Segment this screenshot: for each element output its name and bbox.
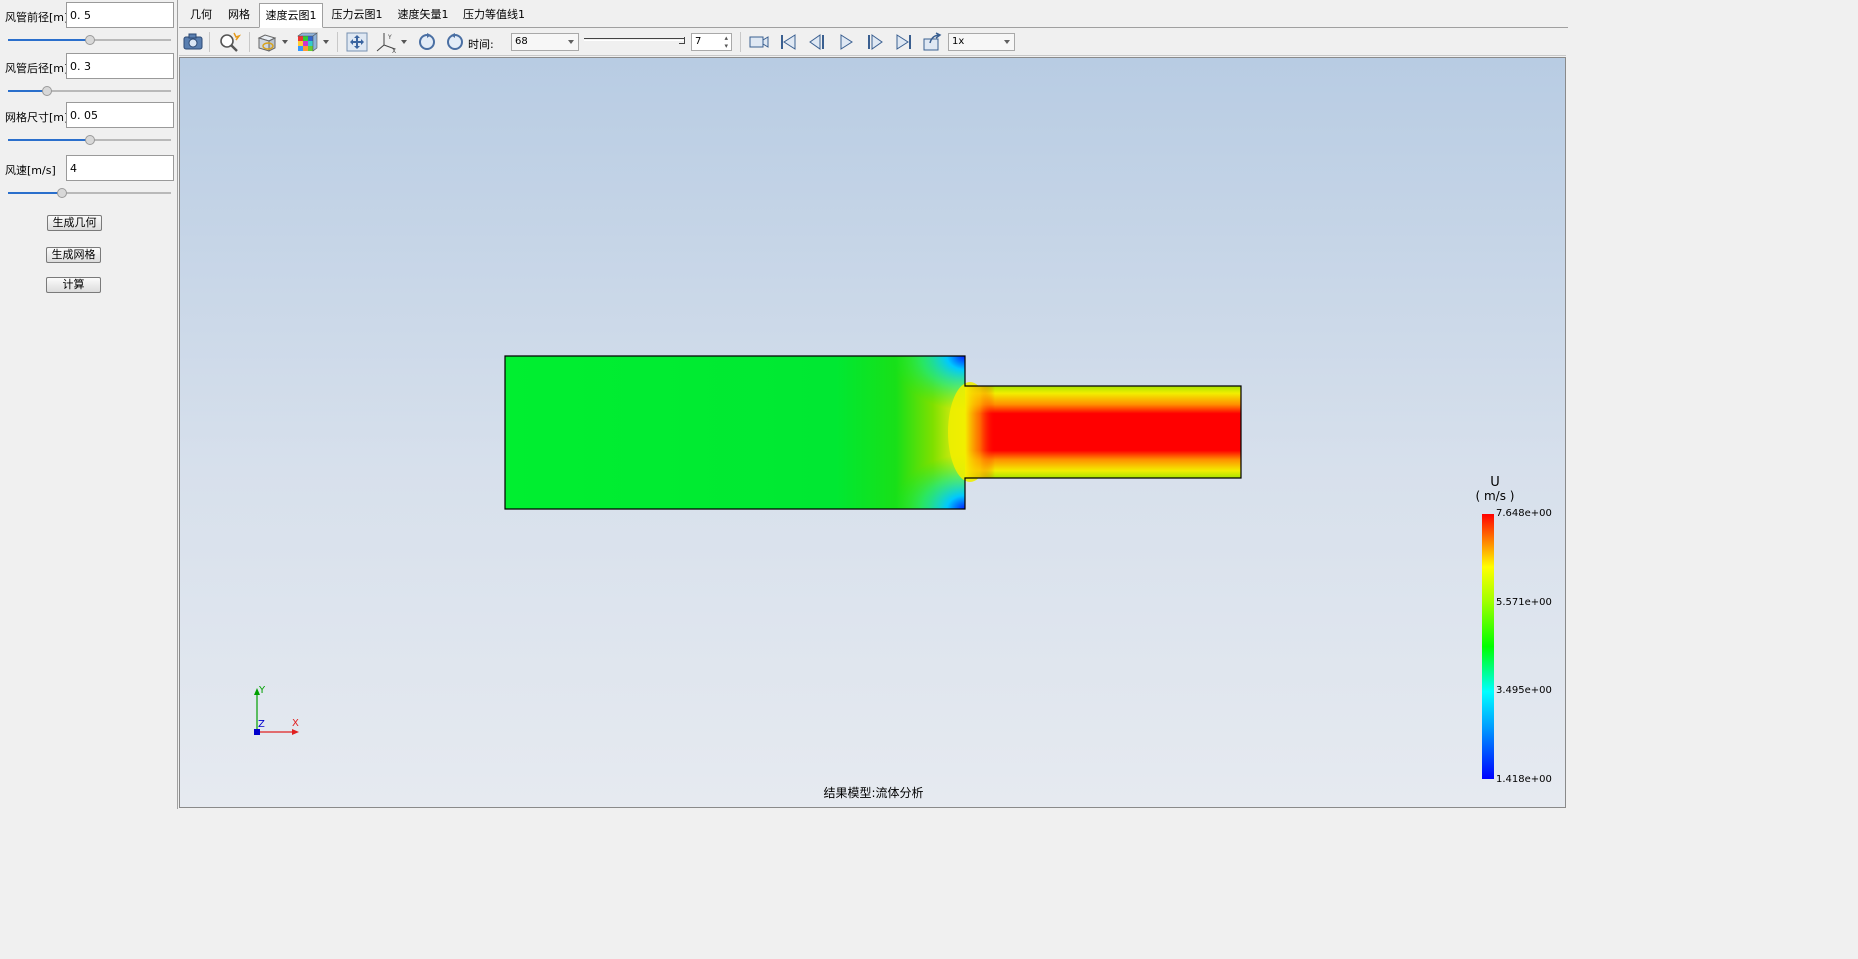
rear-diameter-input[interactable] [66,53,174,79]
generate-geometry-button[interactable]: 生成几何 [47,215,102,231]
legend-unit: ( m/s ) [1476,489,1515,503]
speed-select[interactable]: 1x [948,33,1015,51]
color-legend: U ( m/s ) 7.648e+00 5.571e+00 3.495e+00 … [1476,475,1552,785]
play-icon[interactable] [834,31,858,53]
front-diameter-label: 风管前径[m] [5,11,69,24]
legend-tick-3: 3.495e+00 [1496,685,1552,696]
rear-diameter-slider[interactable] [8,86,171,96]
rear-duct-region [965,386,1241,478]
legend-tick-2: 5.571e+00 [1496,597,1552,608]
result-model-caption: 结果模型:流体分析 [823,786,924,800]
app-window: 风管前径[m] 风管后径[m] 网格尺寸[m] 风速[m/s] [0,0,1568,809]
axis-z-label: Z [258,719,265,730]
slider-thumb[interactable] [84,135,95,145]
velocity-contour-plot: Y Z X U ( m/s ) 7.648e+00 5.571e+00 3.49… [254,355,1552,785]
slider-thumb[interactable] [42,86,53,96]
result-tabs: 几何 网格 速度云图1 压力云图1 速度矢量1 压力等值线1 [179,0,1568,28]
front-diameter-slider[interactable] [8,35,171,45]
slider-thumb[interactable] [56,188,67,198]
pan-icon[interactable] [345,31,369,53]
view-toolbar: YX 时间: 68 7 ▴ ▾ 1x [179,29,1566,56]
tab-pressure-isoline[interactable]: 压力等值线1 [457,3,531,28]
parameter-panel: 风管前径[m] 风管后径[m] 网格尺寸[m] 风速[m/s] [0,0,178,809]
record-icon[interactable] [747,31,771,53]
tab-mesh[interactable]: 网格 [221,3,257,28]
mesh-size-label: 网格尺寸[m] [5,111,69,124]
frame-value: 7 [695,36,702,47]
wind-speed-label: 风速[m/s] [5,164,56,177]
color-dropdown-icon[interactable] [323,40,329,44]
compute-button[interactable]: 计算 [46,277,101,293]
time-select[interactable]: 68 [511,33,579,51]
frame-spinbox[interactable]: 7 ▴ ▾ [691,33,732,51]
mesh-size-slider[interactable] [8,135,171,145]
legend-tick-max: 7.648e+00 [1496,508,1552,519]
rear-diameter-label: 风管后径[m] [5,62,69,75]
time-slider-handle[interactable] [679,37,685,44]
clip-icon[interactable] [255,31,279,53]
rotate-cw-icon[interactable] [415,31,439,53]
tab-geometry[interactable]: 几何 [183,3,219,28]
slider-thumb[interactable] [84,35,95,45]
spin-arrows-icon[interactable]: ▴ ▾ [724,34,728,50]
speed-value: 1x [952,36,965,47]
generate-mesh-button[interactable]: 生成网格 [46,247,101,263]
param-row-rear-diameter: 风管后径[m] [0,53,176,79]
tab-pressure-contour[interactable]: 压力云图1 [325,3,389,28]
clip-dropdown-icon[interactable] [282,40,288,44]
svg-text:Y: Y [387,34,392,41]
wind-speed-slider[interactable] [8,188,171,198]
param-row-front-diameter: 风管前径[m] [0,2,176,28]
param-row-mesh-size: 网格尺寸[m] [0,102,176,128]
svg-text:X: X [392,48,396,53]
axis-x-label: X [292,718,299,729]
axes-icon[interactable]: YX [375,31,399,55]
mesh-size-input[interactable] [66,102,174,128]
color-cube-icon[interactable] [295,31,319,53]
front-diameter-input[interactable] [66,2,174,28]
last-frame-icon[interactable] [892,31,916,53]
legend-color-bar [1482,514,1494,779]
tab-velocity-contour[interactable]: 速度云图1 [259,3,323,28]
wind-speed-input[interactable] [66,155,174,181]
time-label: 时间: [468,38,494,51]
param-row-wind-speed: 风速[m/s] [0,155,176,181]
rotate-ccw-icon[interactable] [443,31,467,53]
time-value: 68 [515,36,528,47]
first-frame-icon[interactable] [776,31,800,53]
axes-triad: Y Z X [254,685,299,735]
time-slider[interactable] [584,38,684,41]
render-viewport[interactable]: Y Z X U ( m/s ) 7.648e+00 5.571e+00 3.49… [179,57,1566,808]
tab-velocity-vector[interactable]: 速度矢量1 [391,3,455,28]
export-icon[interactable] [920,31,944,53]
prev-frame-icon[interactable] [805,31,829,53]
zoom-fit-icon[interactable] [217,31,242,53]
axis-y-label: Y [258,685,266,696]
axes-dropdown-icon[interactable] [401,40,407,44]
camera-icon[interactable] [181,31,205,53]
next-frame-icon[interactable] [863,31,887,53]
legend-title: U [1490,475,1500,490]
